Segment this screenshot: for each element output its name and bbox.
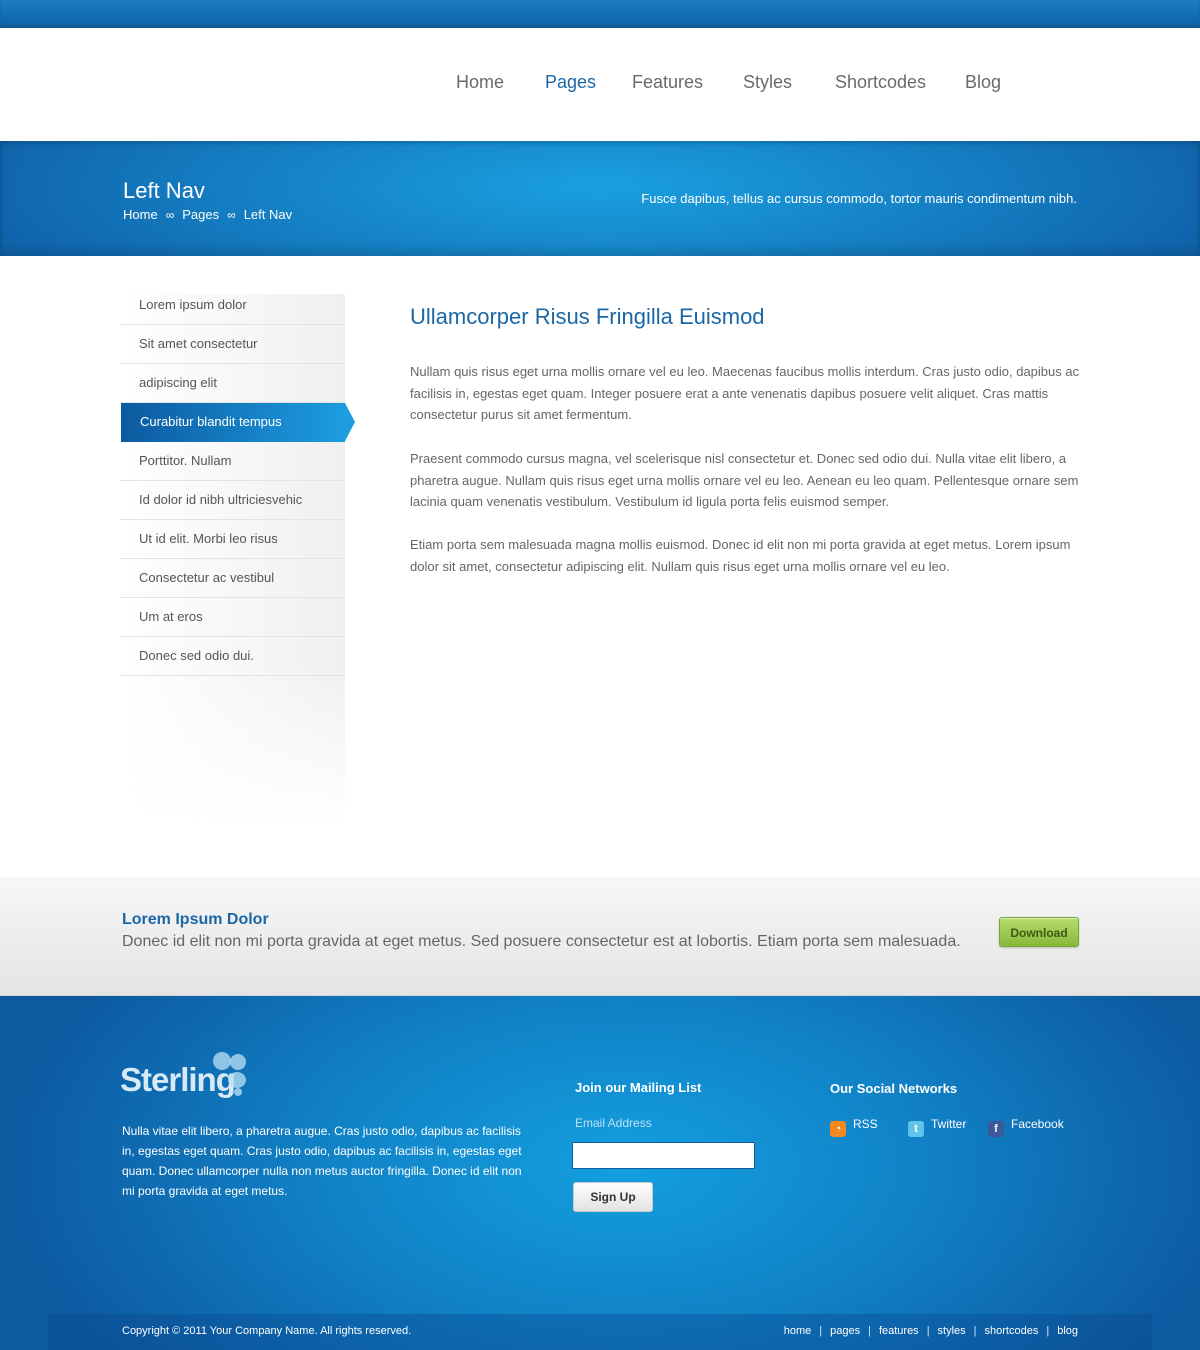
main-content: Ullamcorper Risus Fringilla Euismod Null…: [410, 304, 1080, 574]
social-facebook[interactable]: f Facebook: [988, 1117, 1064, 1137]
nav-features[interactable]: Features: [632, 72, 703, 93]
breadcrumb: Home ∞ Pages ∞ Left Nav: [123, 207, 292, 222]
nav-shortcodes[interactable]: Shortcodes: [835, 72, 926, 93]
page-banner: Left Nav Home ∞ Pages ∞ Left Nav Fusce dapib…: [0, 141, 1200, 256]
footer-about: Nulla vitae elit libero, a pharetra augu…: [122, 1124, 522, 1198]
content-paragraph: Etiam porta sem malesuada magna mollis e…: [410, 537, 1071, 574]
cta-text: Donec id elit non mi porta gravida at eg…: [122, 933, 961, 950]
page-title: Left Nav: [123, 178, 205, 203]
left-nav-item[interactable]: Porttitor. Nullam: [120, 442, 345, 481]
left-nav: Lorem ipsum dolor Sit amet consectetur a…: [120, 286, 355, 676]
logo[interactable]: Sterling: [120, 1051, 255, 1106]
footer-link-pages[interactable]: pages: [830, 1325, 860, 1337]
left-nav-item[interactable]: Consectetur ac vestibul: [120, 559, 345, 598]
twitter-icon: t: [908, 1121, 924, 1137]
footer-nav: home | pages | features | styles | shortcodes | bl…: [784, 1325, 1078, 1337]
footer-link-styles[interactable]: styles: [938, 1325, 966, 1337]
rss-icon: ◔: [830, 1121, 846, 1137]
top-strip: [0, 0, 1200, 28]
left-nav-item[interactable]: Lorem ipsum dolor: [120, 286, 345, 325]
footer-link-features[interactable]: features: [879, 1325, 919, 1337]
left-nav-item[interactable]: Ut id elit. Morbi leo risus: [120, 520, 345, 559]
breadcrumb-separator: ∞: [227, 208, 236, 222]
site-footer: Sterling Nulla vitae elit libero, a phar…: [0, 996, 1200, 1350]
content-paragraph: Praesent commodo cursus magna, vel scele…: [410, 451, 1079, 509]
main-nav: Home Pages Features Styles Shortcodes Bl…: [0, 72, 1200, 96]
banner-tagline: Fusce dapibus, tellus ac cursus commodo,…: [641, 191, 1077, 206]
email-field[interactable]: [572, 1142, 755, 1169]
footer-separator: |: [868, 1325, 871, 1337]
social-label: Facebook: [1011, 1117, 1064, 1131]
social-heading: Our Social Networks: [830, 1081, 958, 1096]
social-label: RSS: [853, 1117, 878, 1131]
copyright: Copyright © 2011 Your Company Name. All …: [122, 1325, 412, 1337]
footer-separator: |: [926, 1325, 930, 1337]
nav-home[interactable]: Home: [456, 72, 504, 93]
left-nav-item-active[interactable]: Curabitur blandit tempus: [121, 403, 355, 442]
social-label: Twitter: [931, 1117, 967, 1131]
breadcrumb-separator: ∞: [165, 208, 175, 222]
signup-button[interactable]: Sign Up: [573, 1182, 653, 1212]
logo-drop-icon: [234, 1088, 242, 1096]
logo-drop-icon: [228, 1072, 246, 1088]
logo-drop-icon: [213, 1052, 231, 1070]
footer-separator: |: [973, 1325, 977, 1337]
footer-link-blog[interactable]: blog: [1057, 1325, 1078, 1337]
left-nav-item[interactable]: Donec sed odio dui.: [120, 637, 345, 676]
social-rss[interactable]: ◔ RSS: [830, 1117, 878, 1137]
content-heading: Ullamcorper Risus Fringilla Euismod: [410, 304, 765, 329]
footer-separator: |: [1046, 1325, 1050, 1337]
breadcrumb-current: Left Nav: [243, 207, 293, 222]
breadcrumb-pages[interactable]: Pages: [182, 207, 219, 222]
site-header: Home Pages Features Styles Shortcodes Bl…: [0, 28, 1200, 141]
left-nav-item[interactable]: Id dolor id nibh ultriciesvehic: [120, 481, 345, 520]
footer-link-home[interactable]: home: [784, 1325, 812, 1337]
footer-bottom-bar: Copyright © 2011 Your Company Name. All …: [48, 1314, 1152, 1350]
nav-styles[interactable]: Styles: [743, 72, 792, 93]
nav-blog[interactable]: Blog: [965, 72, 1001, 93]
footer-link-shortcodes[interactable]: shortcodes: [985, 1325, 1039, 1337]
breadcrumb-home[interactable]: Home: [123, 207, 158, 222]
call-to-action: Lorem Ipsum Dolor Donec id elit non mi p…: [0, 876, 1200, 996]
content-paragraph: Nullam quis risus eget urna mollis ornar…: [410, 364, 1080, 422]
logo-drop-icon: [230, 1054, 246, 1070]
left-nav-item[interactable]: adipiscing elit: [120, 364, 345, 403]
left-nav-item[interactable]: Sit amet consectetur: [120, 325, 345, 364]
cta-heading: Lorem Ipsum Dolor: [122, 911, 269, 928]
nav-pages[interactable]: Pages: [545, 72, 596, 93]
download-button[interactable]: Download: [999, 917, 1079, 947]
mailing-list-heading: Join our Mailing List: [575, 1080, 702, 1095]
footer-separator: |: [819, 1325, 823, 1337]
left-nav-item[interactable]: Um at eros: [120, 598, 345, 637]
social-twitter[interactable]: t Twitter: [908, 1117, 966, 1137]
facebook-icon: f: [988, 1121, 1004, 1137]
email-label: Email Address: [575, 1116, 652, 1130]
